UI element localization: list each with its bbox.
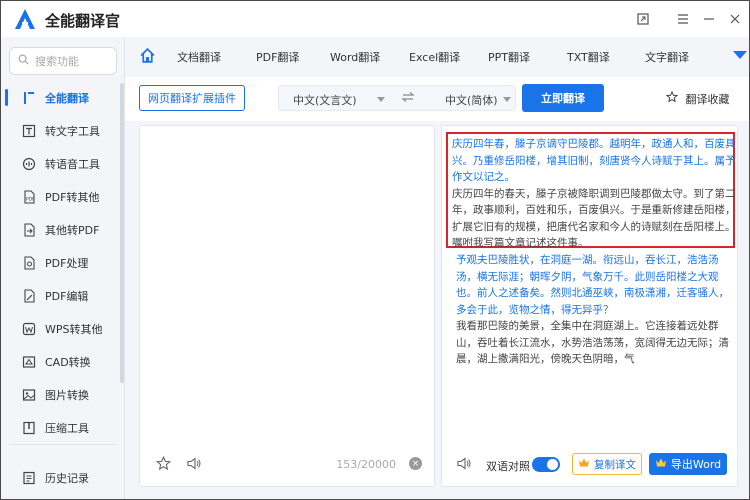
sidebar-item-label: 图片转换	[45, 388, 89, 402]
export-word-button[interactable]: 导出Word	[649, 453, 727, 475]
sidebar-item-cad[interactable]: CAD转换	[1, 345, 121, 378]
crown-icon	[578, 457, 590, 471]
app-title: 全能翻译官	[45, 12, 121, 30]
wps-icon	[21, 321, 37, 337]
source-panel-footer: 153/20000 ×	[140, 454, 434, 474]
title-bar: 全能翻译官	[1, 1, 749, 37]
sidebar-item-pdf-to-other[interactable]: PDF PDF转其他	[1, 180, 121, 213]
sidebar-item-label: 全能翻译	[45, 91, 89, 105]
menu-icon[interactable]	[673, 9, 693, 29]
speaker-icon[interactable]	[456, 456, 472, 475]
sidebar-item-all-translate[interactable]: 全能翻译	[1, 81, 121, 114]
image-icon	[21, 387, 37, 403]
sidebar-item-pdf-edit[interactable]: PDF编辑	[1, 279, 121, 312]
pdf-edit-icon	[21, 288, 37, 304]
crown-icon	[655, 457, 667, 471]
sidebar-item-label: 其他转PDF	[45, 223, 100, 237]
tab-txt-translate[interactable]: TXT翻译	[567, 49, 610, 65]
close-icon[interactable]	[725, 9, 745, 29]
app-window: 全能翻译官 搜索功能 全能翻译 转文字工具 转语音工具 PDF PDF转其他 其…	[0, 0, 750, 500]
history-icon	[21, 470, 37, 486]
source-language-select[interactable]: 中文(文言文)	[293, 92, 357, 108]
speaker-icon[interactable]	[186, 456, 202, 475]
text-convert-icon	[21, 123, 37, 139]
pdf-export-icon: PDF	[21, 189, 37, 205]
sidebar-item-image[interactable]: 图片转换	[1, 378, 121, 411]
sidebar-item-label: 压缩工具	[45, 421, 89, 435]
copy-translation-button[interactable]: 复制译文	[572, 453, 642, 475]
target-language-select[interactable]: 中文(简体)	[445, 92, 498, 108]
svg-text:PDF: PDF	[26, 196, 35, 202]
translation-output-panel: 庆历四年春，滕子京谪守巴陵郡。越明年，政通人和，百废具兴。乃重修岳阳楼，增其旧制…	[441, 125, 738, 487]
sidebar-nav: 全能翻译 转文字工具 转语音工具 PDF PDF转其他 其他转PDF PDF处理…	[1, 81, 121, 444]
restore-icon[interactable]	[633, 9, 653, 29]
chevron-down-icon[interactable]	[377, 97, 385, 102]
chevron-down-icon[interactable]	[503, 97, 511, 102]
sidebar-item-label: CAD转换	[45, 355, 91, 369]
compress-icon	[21, 420, 37, 436]
copy-label: 复制译文	[594, 458, 636, 471]
tab-document-translate[interactable]: 文档翻译	[177, 49, 221, 65]
tabs-more-icon[interactable]	[733, 51, 747, 59]
source-paragraph: 予观夫巴陵胜状，在洞庭一湖。衔远山，吞长江，浩浩汤汤，横无际涯；朝晖夕阴，气象万…	[456, 254, 729, 316]
pdf-process-icon	[21, 255, 37, 271]
second-paragraph: 予观夫巴陵胜状，在洞庭一湖。衔远山，吞长江，浩浩汤汤，横无际涯；朝晖夕阴，气象万…	[456, 252, 736, 368]
translated-paragraph: 庆历四年的春天，滕子京被降职调到巴陵郡做太守。到了第二年，政事顺利，百姓和乐，百…	[452, 187, 736, 250]
pdf-import-icon	[21, 222, 37, 238]
sidebar: 搜索功能 全能翻译 转文字工具 转语音工具 PDF PDF转其他 其他转PDF …	[1, 37, 125, 499]
sidebar-item-speech[interactable]: 转语音工具	[1, 147, 121, 180]
tab-text-translate[interactable]: 文字翻译	[645, 49, 689, 65]
sidebar-item-label: PDF转其他	[45, 190, 100, 204]
favorite-icon[interactable]	[155, 455, 172, 475]
sidebar-divider	[9, 444, 117, 445]
source-text-panel[interactable]: 153/20000 ×	[139, 125, 435, 487]
tab-excel-translate[interactable]: Excel翻译	[409, 49, 460, 65]
sidebar-item-label: 转文字工具	[45, 124, 100, 138]
search-input[interactable]: 搜索功能	[9, 47, 117, 75]
translated-paragraph: 我看那巴陵的美景，全集中在洞庭湖上。它连接着远处群山，吞吐着长江流水，水势浩浩荡…	[456, 320, 729, 365]
minimize-icon[interactable]	[699, 9, 719, 29]
output-panel-footer: 双语对照 复制译文 导出Word	[442, 452, 737, 476]
app-logo-icon	[15, 9, 35, 29]
sidebar-item-label: PDF编辑	[45, 289, 89, 303]
cad-icon	[21, 354, 37, 370]
tab-pdf-translate[interactable]: PDF翻译	[256, 49, 299, 65]
source-paragraph: 庆历四年春，滕子京谪守巴陵郡。越明年，政通人和，百废具兴。乃重修岳阳楼，增其旧制…	[452, 138, 736, 183]
sidebar-item-label: 转语音工具	[45, 157, 100, 171]
sidebar-item-other-to-pdf[interactable]: 其他转PDF	[1, 213, 121, 246]
sidebar-item-text-convert[interactable]: 转文字工具	[1, 114, 121, 147]
translate-button[interactable]: 立即翻译	[522, 84, 604, 112]
sidebar-item-history[interactable]: 历史记录	[1, 461, 121, 494]
favorites-button[interactable]: 翻译收藏	[665, 90, 730, 107]
extension-button[interactable]: 网页翻译扩展插件	[139, 85, 245, 111]
home-icon[interactable]	[139, 47, 157, 65]
tab-word-translate[interactable]: Word翻译	[330, 49, 380, 65]
sidebar-item-pdf-process[interactable]: PDF处理	[1, 246, 121, 279]
sidebar-item-label: WPS转其他	[45, 322, 103, 336]
translate-toolbar: 网页翻译扩展插件 中文(文言文) 中文(简体) 立即翻译 翻译收藏	[125, 77, 749, 121]
bilingual-toggle[interactable]	[532, 457, 560, 472]
sidebar-item-label: PDF处理	[45, 256, 89, 270]
history-section: 历史记录	[1, 461, 121, 494]
speech-icon	[21, 156, 37, 172]
search-icon	[18, 54, 29, 68]
favorites-label: 翻译收藏	[685, 93, 730, 106]
highlighted-paragraph: 庆历四年春，滕子京谪守巴陵郡。越明年，政通人和，百废具兴。乃重修岳阳楼，增其旧制…	[452, 136, 736, 252]
sidebar-scrollbar[interactable]	[120, 83, 124, 383]
export-label: 导出Word	[670, 458, 722, 471]
character-count: 153/20000	[336, 458, 396, 471]
bilingual-label: 双语对照	[486, 460, 530, 473]
language-selector: 中文(文言文) 中文(简体)	[278, 85, 516, 111]
tab-bar: 文档翻译 PDF翻译 Word翻译 Excel翻译 PPT翻译 TXT翻译 文字…	[125, 37, 749, 77]
search-placeholder: 搜索功能	[35, 55, 79, 68]
swap-icon[interactable]	[401, 90, 415, 108]
sidebar-item-compress[interactable]: 压缩工具	[1, 411, 121, 444]
clear-icon[interactable]: ×	[409, 457, 422, 470]
translate-icon	[21, 90, 37, 106]
star-icon	[665, 90, 682, 106]
tab-ppt-translate[interactable]: PPT翻译	[488, 49, 530, 65]
sidebar-item-label: 历史记录	[45, 471, 89, 485]
sidebar-item-wps-to-other[interactable]: WPS转其他	[1, 312, 121, 345]
